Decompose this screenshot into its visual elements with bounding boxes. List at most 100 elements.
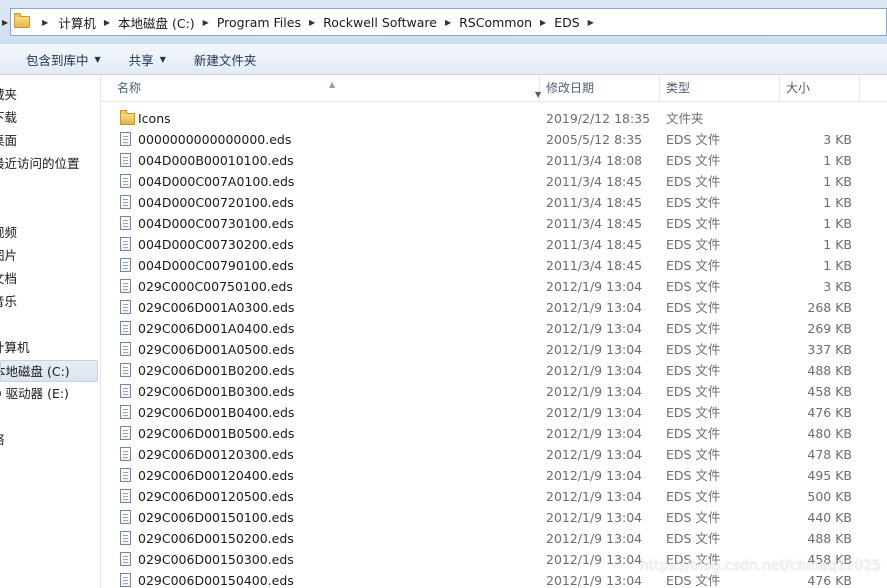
nav-item-recent-places[interactable]: 最近访问的位置 (0, 153, 98, 175)
file-type: EDS 文件 (666, 300, 721, 315)
file-date: 2011/3/4 18:08 (546, 153, 643, 168)
file-icon (120, 279, 131, 293)
breadcrumb-rscommon[interactable]: RSCommon (459, 15, 532, 30)
nav-item-network[interactable]: 络 (0, 429, 98, 451)
file-row[interactable]: 029C006D001A0500.eds 2012/1/9 13:04 EDS 文件… (101, 339, 887, 360)
column-header-size[interactable]: 大小 (780, 75, 860, 101)
file-row[interactable]: 029C006D00120300.eds 2012/1/9 13:04 EDS 文件… (101, 444, 887, 465)
file-date: 2012/1/9 13:04 (546, 363, 643, 378)
column-header-date[interactable]: 修改日期 (540, 75, 660, 101)
nav-item-documents[interactable]: 文档 (0, 268, 98, 290)
nav-item-favorites[interactable]: 藏夹 (0, 84, 98, 106)
file-row[interactable]: 004D000C00730200.eds 2011/3/4 18:45 EDS 文件… (101, 234, 887, 255)
dropdown-arrow-icon: ▼ (94, 54, 101, 64)
file-type: EDS 文件 (666, 258, 721, 273)
file-icon (120, 216, 131, 230)
file-row[interactable]: 029C006D00120500.eds 2012/1/9 13:04 EDS 文件… (101, 486, 887, 507)
file-name: 029C006D00150100.eds (138, 510, 294, 525)
file-date: 2012/1/9 13:04 (546, 321, 643, 336)
breadcrumb-chevron-icon[interactable]: ▶ (437, 18, 459, 27)
file-size: 1 KB (823, 258, 852, 273)
file-row[interactable]: 029C006D001A0400.eds 2012/1/9 13:04 EDS 文件… (101, 318, 887, 339)
file-row[interactable]: 029C006D00120400.eds 2012/1/9 13:04 EDS 文件… (101, 465, 887, 486)
nav-item-music[interactable]: 音乐 (0, 291, 98, 313)
breadcrumb-local-disk[interactable]: 本地磁盘 (C:) (118, 13, 195, 32)
file-type: EDS 文件 (666, 447, 721, 462)
file-icon (120, 153, 131, 167)
breadcrumb-rockwell-software[interactable]: Rockwell Software (323, 15, 437, 30)
column-header-type[interactable]: 类型 (660, 75, 780, 101)
file-name: 004D000C00720100.eds (138, 195, 294, 210)
file-icon (120, 132, 131, 146)
breadcrumb-chevron-icon[interactable]: ▶ (532, 18, 554, 27)
file-name: 004D000C007A0100.eds (138, 174, 295, 189)
breadcrumb-chevron-icon[interactable]: ▶ (301, 18, 323, 27)
dropdown-arrow-icon: ▼ (159, 54, 166, 64)
file-list[interactable]: 名称 ▲ ▼ 修改日期 类型 大小 Icons 2019/2/12 18:35 文件… (101, 75, 887, 588)
file-size: 500 KB (807, 489, 852, 504)
file-type: EDS 文件 (666, 174, 721, 189)
navigation-pane[interactable]: 藏夹 下载 桌面 最近访问的位置 视频 图片 文档 音乐 计算机 本地磁盘 (C… (0, 75, 101, 588)
breadcrumb-chevron-icon[interactable]: ▶ (96, 18, 118, 27)
file-name: 029C006D00120300.eds (138, 447, 294, 462)
file-date: 2019/2/12 18:35 (546, 111, 651, 126)
column-header-name-label: 名称 (117, 81, 142, 95)
file-row[interactable]: Icons 2019/2/12 18:35 文件夹 (101, 108, 887, 129)
file-row[interactable]: 004D000C00720100.eds 2011/3/4 18:45 EDS 文件… (101, 192, 887, 213)
nav-item-drive-e[interactable]: D 驱动器 (E:) (0, 383, 98, 405)
file-row[interactable]: 004D000C00790100.eds 2011/3/4 18:45 EDS 文件… (101, 255, 887, 276)
file-type: EDS 文件 (666, 468, 721, 483)
file-name: 004D000C00730100.eds (138, 216, 294, 231)
file-row[interactable]: 029C006D001B0400.eds 2012/1/9 13:04 EDS 文件… (101, 402, 887, 423)
file-type: EDS 文件 (666, 132, 721, 147)
breadcrumb-chevron-icon[interactable]: ▶ (30, 18, 58, 27)
nav-item-local-disk-c[interactable]: 本地磁盘 (C:) (0, 360, 98, 382)
breadcrumb-chevron-icon[interactable]: ▶ (195, 18, 217, 27)
file-name: 029C006D001A0300.eds (138, 300, 295, 315)
file-row[interactable]: 029C006D00150200.eds 2012/1/9 13:04 EDS 文件… (101, 528, 887, 549)
nav-item-videos[interactable]: 视频 (0, 222, 98, 244)
nav-item-desktop[interactable]: 桌面 (0, 130, 98, 152)
file-size: 495 KB (807, 468, 852, 483)
new-folder-button[interactable]: 新建文件夹 (180, 50, 271, 69)
breadcrumb-chevron-icon[interactable]: ▶ (580, 18, 602, 27)
file-size: 268 KB (807, 300, 852, 315)
file-icon (120, 447, 131, 461)
file-date: 2011/3/4 18:45 (546, 237, 643, 252)
nav-item-computer[interactable]: 计算机 (0, 337, 98, 359)
address-bar[interactable]: ▶ ▶ 计算机 ▶ 本地磁盘 (C:) ▶ Program Files ▶ Ro… (2, 8, 887, 36)
history-chevron-icon[interactable]: ▶ (2, 18, 10, 27)
nav-item-pictures[interactable]: 图片 (0, 245, 98, 267)
file-row[interactable]: 0000000000000000.eds 2005/5/12 8:35 EDS 文件… (101, 129, 887, 150)
file-row[interactable]: 029C006D001B0200.eds 2012/1/9 13:04 EDS 文件… (101, 360, 887, 381)
file-type: EDS 文件 (666, 363, 721, 378)
file-name: 029C006D001B0200.eds (138, 363, 295, 378)
file-date: 2012/1/9 13:04 (546, 552, 643, 567)
file-icon (120, 300, 131, 314)
file-row[interactable]: 004D000B00010100.eds 2011/3/4 18:08 EDS 文件… (101, 150, 887, 171)
breadcrumb-computer[interactable]: 计算机 (58, 13, 96, 32)
nav-item-downloads[interactable]: 下载 (0, 107, 98, 129)
file-date: 2012/1/9 13:04 (546, 384, 643, 399)
file-type: EDS 文件 (666, 216, 721, 231)
include-in-library-button[interactable]: 包含到库中 ▼ (0, 50, 115, 69)
file-row[interactable]: 004D000C007A0100.eds 2011/3/4 18:45 EDS 文件… (101, 171, 887, 192)
file-row[interactable]: 029C006D00150100.eds 2012/1/9 13:04 EDS 文件… (101, 507, 887, 528)
file-type: EDS 文件 (666, 342, 721, 357)
file-row[interactable]: 004D000C00730100.eds 2011/3/4 18:45 EDS 文件… (101, 213, 887, 234)
file-size: 458 KB (807, 384, 852, 399)
file-row[interactable]: 029C000C00750100.eds 2012/1/9 13:04 EDS 文件… (101, 276, 887, 297)
file-row[interactable]: 029C006D001B0500.eds 2012/1/9 13:04 EDS 文件… (101, 423, 887, 444)
column-header-type-label: 类型 (666, 81, 691, 95)
breadcrumb-eds[interactable]: EDS (554, 15, 579, 30)
file-icon (120, 468, 131, 482)
file-name: 029C006D00120500.eds (138, 489, 294, 504)
file-icon (120, 489, 131, 503)
share-button[interactable]: 共享 ▼ (115, 50, 180, 69)
breadcrumb-program-files[interactable]: Program Files (217, 15, 301, 30)
file-row[interactable]: 029C006D001A0300.eds 2012/1/9 13:04 EDS 文件… (101, 297, 887, 318)
file-row[interactable]: 029C006D001B0300.eds 2012/1/9 13:04 EDS 文件… (101, 381, 887, 402)
column-header-name[interactable]: 名称 ▲ ▼ (111, 75, 541, 101)
file-date: 2011/3/4 18:45 (546, 174, 643, 189)
file-icon (120, 384, 131, 398)
